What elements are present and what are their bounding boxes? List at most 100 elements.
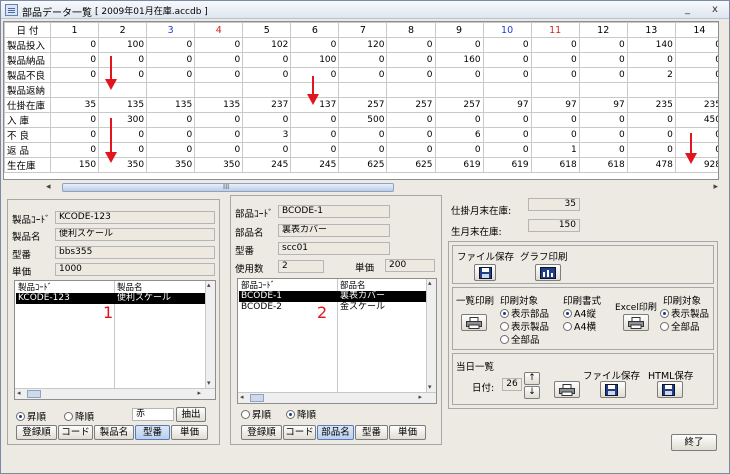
- grid-cell[interactable]: 0: [290, 67, 340, 83]
- grid-cell[interactable]: 0: [146, 142, 196, 158]
- part-list-vscroll[interactable]: ▴ ▾: [426, 279, 436, 403]
- product-name-field[interactable]: 便利スケール: [55, 228, 215, 241]
- grid-cell[interactable]: 0: [434, 67, 484, 83]
- date-down-button[interactable]: ↓: [524, 386, 540, 399]
- grid-cell[interactable]: 0: [194, 37, 244, 53]
- grid-cell[interactable]: 0: [386, 142, 436, 158]
- grid-cell[interactable]: 625: [338, 157, 388, 173]
- grid-cell[interactable]: 478: [626, 157, 676, 173]
- grid-cell[interactable]: 235: [674, 97, 718, 113]
- grid-cell[interactable]: 0: [386, 127, 436, 143]
- close-window-button[interactable]: x: [712, 4, 718, 15]
- grid-cell[interactable]: [49, 82, 100, 98]
- scroll-left-icon[interactable]: ◂: [17, 389, 21, 397]
- grid-cell[interactable]: 1: [530, 142, 580, 158]
- part-sort-desc-radio[interactable]: 降順: [286, 407, 316, 421]
- grid-cell[interactable]: [386, 82, 436, 98]
- part-sort-name-button[interactable]: 部品名: [317, 425, 354, 440]
- part-qty-field[interactable]: 2: [278, 260, 324, 273]
- grid-cell[interactable]: 625: [386, 157, 436, 173]
- grid-cell[interactable]: 0: [482, 67, 532, 83]
- grid-cell[interactable]: 0: [674, 52, 718, 68]
- grid-cell[interactable]: 237: [242, 97, 292, 113]
- grid-cell[interactable]: 0: [194, 52, 244, 68]
- part-sort-asc-radio[interactable]: 昇順: [241, 407, 271, 421]
- grid-cell[interactable]: 235: [626, 97, 676, 113]
- format-portrait-radio[interactable]: A4縦: [563, 306, 596, 320]
- grid-cell[interactable]: 100: [290, 52, 340, 68]
- file-save-button[interactable]: [474, 264, 496, 281]
- grid-cell[interactable]: 0: [146, 127, 196, 143]
- scroll-right-icon[interactable]: ▸: [713, 182, 718, 192]
- grid-cell[interactable]: 0: [578, 37, 628, 53]
- scroll-thumb[interactable]: III: [62, 183, 394, 192]
- grid-cell[interactable]: 0: [578, 142, 628, 158]
- grid-cell[interactable]: 140: [626, 37, 676, 53]
- exit-button[interactable]: 終了: [671, 434, 717, 451]
- grid-cell[interactable]: 100: [98, 37, 148, 53]
- grid-cell[interactable]: 0: [386, 112, 436, 128]
- part-price-field[interactable]: 200: [385, 259, 435, 272]
- grid-cell[interactable]: 0: [194, 127, 244, 143]
- product-sort-code-button[interactable]: コード: [58, 425, 93, 440]
- grid-cell[interactable]: 0: [578, 112, 628, 128]
- grid-cell[interactable]: 0: [626, 112, 676, 128]
- grid-cell[interactable]: 0: [98, 127, 148, 143]
- grid-cell[interactable]: 97: [482, 97, 532, 113]
- grid-cell[interactable]: 0: [434, 142, 484, 158]
- grid-cell[interactable]: 0: [482, 142, 532, 158]
- grid-cell[interactable]: 135: [146, 97, 196, 113]
- grid-cell[interactable]: 0: [530, 112, 580, 128]
- grid-cell[interactable]: 0: [49, 67, 100, 83]
- product-list-hscroll[interactable]: ◂ ▸: [15, 388, 215, 399]
- grid-cell[interactable]: 0: [194, 112, 244, 128]
- grid-cell[interactable]: 3: [242, 127, 292, 143]
- part-sort-code-button[interactable]: コード: [283, 425, 316, 440]
- product-model-field[interactable]: bbs355: [55, 246, 215, 259]
- grid-cell[interactable]: 97: [530, 97, 580, 113]
- grid-cell[interactable]: 102: [242, 37, 292, 53]
- part-sort-price-button[interactable]: 単価: [389, 425, 426, 440]
- grid-cell[interactable]: 6: [434, 127, 484, 143]
- grid-cell[interactable]: 0: [146, 112, 196, 128]
- grid-cell[interactable]: 0: [674, 127, 718, 143]
- product-filter-field[interactable]: 赤: [132, 408, 174, 421]
- scroll-up-icon[interactable]: ▴: [428, 279, 432, 287]
- grid-cell[interactable]: 120: [338, 37, 388, 53]
- excel-target-all-radio[interactable]: 全部品: [660, 319, 700, 333]
- target-option-products-radio[interactable]: 表示製品: [500, 319, 549, 333]
- grid-cell[interactable]: 0: [578, 127, 628, 143]
- grid-cell[interactable]: 619: [482, 157, 532, 173]
- grid-cell[interactable]: 0: [530, 37, 580, 53]
- product-sort-registered-button[interactable]: 登録順: [16, 425, 57, 440]
- grid-cell[interactable]: 0: [194, 67, 244, 83]
- product-sort-name-button[interactable]: 製品名: [94, 425, 134, 440]
- grid-cell[interactable]: 0: [434, 112, 484, 128]
- grid-cell[interactable]: [194, 82, 244, 98]
- part-sort-model-button[interactable]: 型番: [355, 425, 388, 440]
- excel-print-button[interactable]: [623, 314, 649, 331]
- part-list[interactable]: 部品ｺｰﾄﾞ 部品名 BCODE-1 裏表カバー BCODE-2 金スケール ▴…: [237, 278, 437, 404]
- grid-cell[interactable]: 0: [482, 127, 532, 143]
- grid-cell[interactable]: 0: [98, 52, 148, 68]
- grid-cell[interactable]: 150: [49, 157, 100, 173]
- scroll-right-icon[interactable]: ▸: [197, 389, 201, 397]
- grid-cell[interactable]: 0: [530, 127, 580, 143]
- grid-cell[interactable]: 0: [49, 112, 100, 128]
- grid-cell[interactable]: 0: [338, 127, 388, 143]
- grid-cell[interactable]: 0: [626, 52, 676, 68]
- grid-cell[interactable]: 0: [49, 52, 100, 68]
- html-save-button[interactable]: [657, 381, 683, 398]
- target-option-parts-radio[interactable]: 表示部品: [500, 306, 549, 320]
- grid-cell[interactable]: [482, 82, 532, 98]
- grid-cell[interactable]: 0: [194, 142, 244, 158]
- grid-cell[interactable]: 0: [290, 37, 340, 53]
- grid-cell[interactable]: 2: [626, 67, 676, 83]
- today-file-save-button[interactable]: [600, 381, 626, 398]
- grid-cell[interactable]: 257: [386, 97, 436, 113]
- grid-cell[interactable]: 0: [386, 52, 436, 68]
- product-price-field[interactable]: 1000: [55, 263, 215, 276]
- grid-cell[interactable]: 0: [290, 112, 340, 128]
- part-list-hscroll[interactable]: ◂ ▸: [238, 392, 436, 403]
- grid-cell[interactable]: 350: [146, 157, 196, 173]
